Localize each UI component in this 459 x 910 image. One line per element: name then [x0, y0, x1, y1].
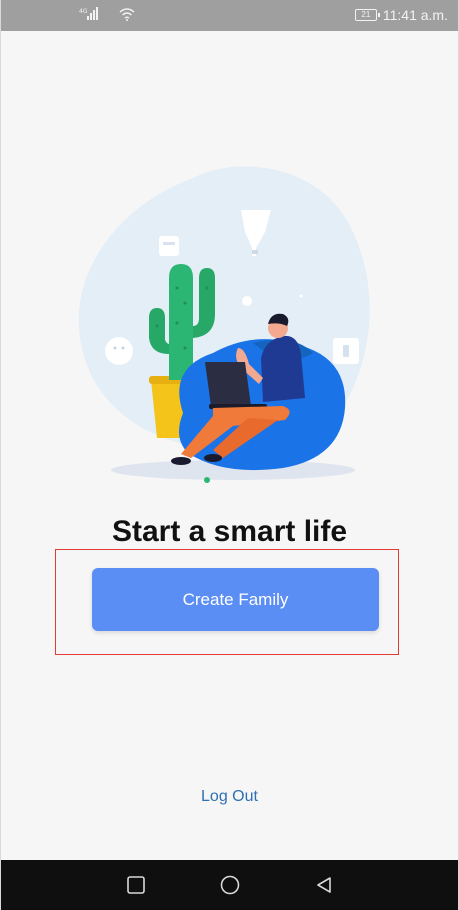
system-nav-bar: [1, 860, 458, 910]
app-screen: 4G 21 11:41 a.m. Start a smart life Crea…: [0, 0, 459, 910]
square-icon[interactable]: [124, 873, 148, 897]
create-family-button[interactable]: Create Family: [92, 568, 379, 631]
signal-icon: 4G: [79, 7, 101, 24]
battery-icon: 21: [354, 9, 380, 21]
circle-icon[interactable]: [218, 873, 242, 897]
back-triangle-icon[interactable]: [312, 873, 336, 897]
status-left: 4G: [79, 7, 135, 24]
smart-life-illustration: [73, 158, 395, 488]
logout-link[interactable]: Log Out: [1, 788, 458, 806]
wifi-icon: [119, 7, 135, 24]
status-time: 11:41 a.m.: [382, 7, 448, 23]
svg-text:4G: 4G: [79, 8, 88, 15]
status-right: 21 11:41 a.m.: [354, 7, 448, 23]
status-bar: 4G 21 11:41 a.m.: [1, 0, 458, 31]
page-title: Start a smart life: [111, 515, 348, 548]
